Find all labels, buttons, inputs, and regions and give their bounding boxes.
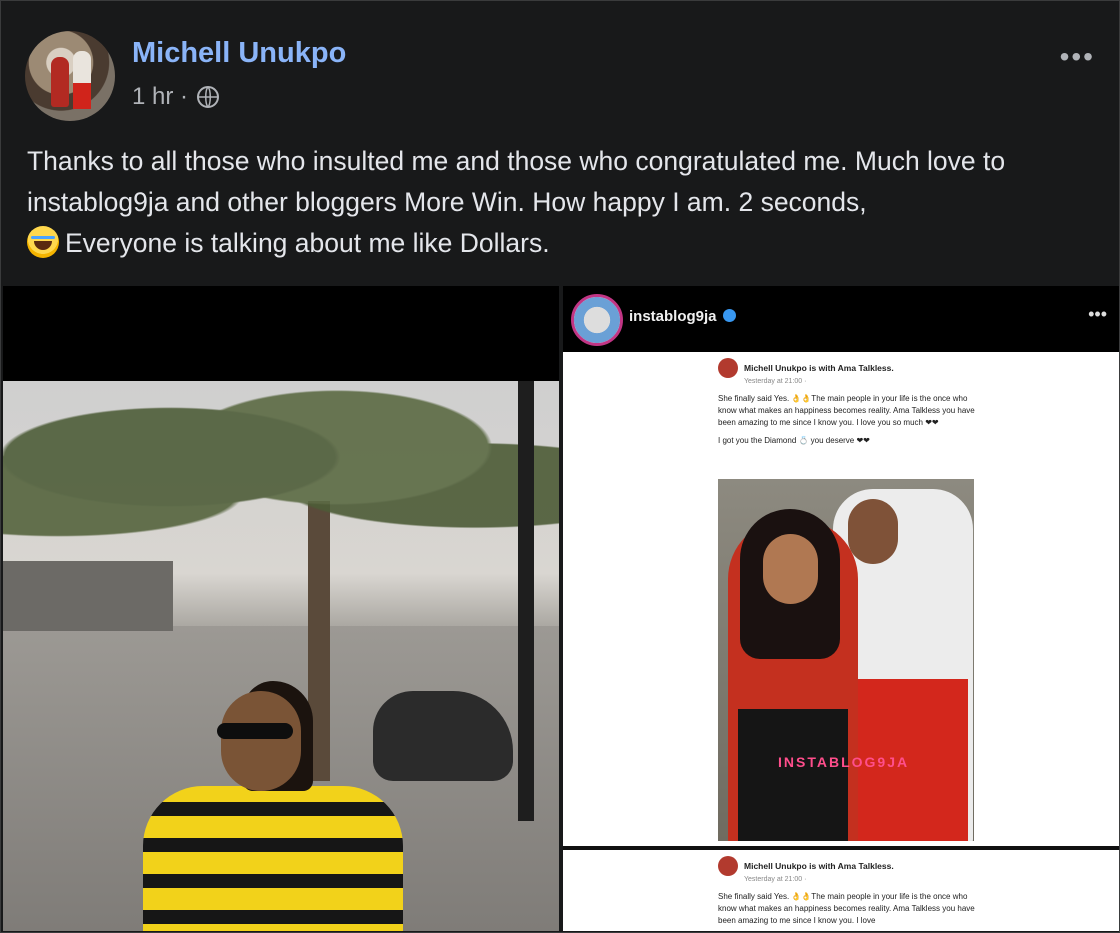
author-avatar[interactable] <box>25 31 115 121</box>
verified-badge-icon <box>722 309 736 322</box>
photo-instagram-screenshot[interactable]: instablog9ja ••• Michell Unukpo is with … <box>563 286 1119 931</box>
more-options-icon: ••• <box>1088 304 1107 324</box>
post-header: Michell Unukpo 1 hr · ••• <box>25 31 1095 121</box>
embedded-author: Michell Unukpo is with Ama Talkless. <box>744 861 894 871</box>
embedded-author: Michell Unukpo is with Ama Talkless. <box>744 363 894 373</box>
embedded-avatar <box>718 358 738 378</box>
post-text-end: Everyone is talking about me like Dollar… <box>65 228 550 258</box>
post-meta: 1 hr · <box>132 83 220 111</box>
embedded-couple-photo: INSTABLOG9JA <box>718 479 974 841</box>
instagram-header: instablog9ja ••• <box>563 286 1119 352</box>
post-text: Thanks to all those who insulted me and … <box>27 141 1102 264</box>
embedded-fb-post-repeat: Michell Unukpo is with Ama Talkless. Yes… <box>718 856 983 931</box>
watermark: INSTABLOG9JA <box>778 754 910 770</box>
globe-icon <box>197 86 220 108</box>
embedded-time: Yesterday at 21:00 · <box>744 876 807 883</box>
embedded-text: She finally said Yes. 👌👌The main people … <box>718 892 975 925</box>
instagram-account: instablog9ja <box>629 308 736 325</box>
photo-person-striped-sweater[interactable] <box>3 286 559 931</box>
embedded-text: She finally said Yes. 👌👌The main people … <box>718 394 975 427</box>
embedded-fb-post: Michell Unukpo is with Ama Talkless. Yes… <box>718 358 983 453</box>
instagram-avatar <box>571 294 623 346</box>
embedded-text-2: I got you the Diamond 💍 you deserve ❤❤ <box>718 436 870 445</box>
author-name[interactable]: Michell Unukpo <box>132 37 346 70</box>
embedded-time: Yesterday at 21:00 · <box>744 378 807 385</box>
post-timestamp[interactable]: 1 hr · <box>132 83 188 111</box>
laughing-emoji-icon <box>27 226 59 258</box>
post-text-main: Thanks to all those who insulted me and … <box>27 146 1013 217</box>
more-options-icon[interactable]: ••• <box>1060 41 1095 73</box>
embedded-avatar <box>718 856 738 876</box>
facebook-post: Michell Unukpo 1 hr · ••• Thanks to all … <box>0 0 1120 933</box>
